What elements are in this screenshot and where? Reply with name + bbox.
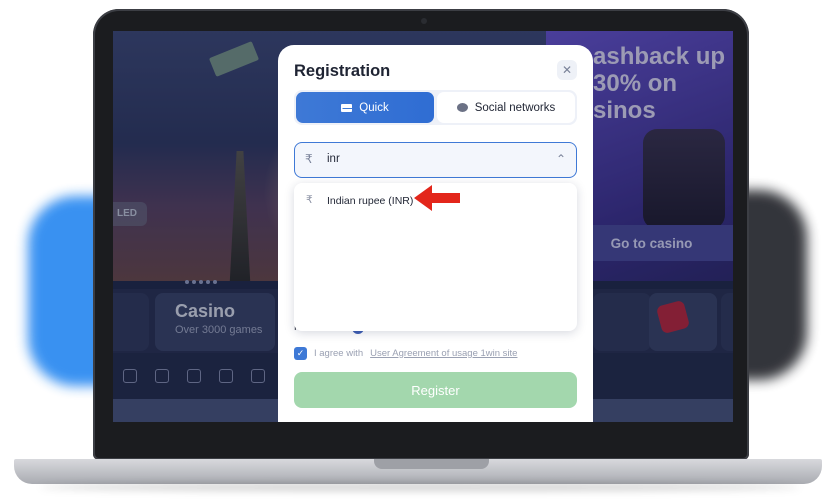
chat-bubble-icon — [456, 103, 468, 112]
rupee-icon: ₹ — [306, 194, 313, 206]
chevron-up-icon[interactable]: ⌃ — [556, 152, 566, 166]
laptop-notch — [374, 459, 489, 469]
rupee-icon: ₹ — [305, 152, 313, 166]
tab-quick-label: Quick — [359, 101, 389, 114]
user-agreement-link[interactable]: User Agreement of usage 1win site — [370, 348, 517, 359]
registration-modal: Registration ✕ Quick Social networks ₹ i… — [278, 45, 593, 422]
register-button[interactable]: Register — [294, 372, 577, 408]
laptop-camera — [421, 18, 427, 24]
annotation-arrow-icon — [414, 185, 460, 211]
laptop-shadow — [40, 483, 800, 491]
currency-search-input[interactable]: ₹ inr ⌃ — [294, 142, 577, 178]
registration-tabs: Quick Social networks — [294, 90, 577, 125]
close-button[interactable]: ✕ — [557, 60, 577, 80]
tab-social-label: Social networks — [474, 101, 556, 114]
agreement-text: I agree with — [314, 347, 364, 359]
laptop-base — [14, 459, 822, 484]
close-icon: ✕ — [561, 63, 573, 77]
agreement-row: ✓ I agree with User Agreement of usage 1… — [294, 346, 517, 360]
currency-input-value[interactable]: inr — [327, 153, 340, 165]
product-mockup: LED ashback up 30% on sinos Go to casino… — [0, 0, 835, 500]
currency-option-label: Indian rupee (INR) — [327, 195, 414, 207]
agreement-checkbox[interactable]: ✓ — [294, 346, 307, 360]
tab-quick[interactable]: Quick — [296, 92, 434, 123]
tab-social-networks[interactable]: Social networks — [437, 92, 575, 123]
envelope-icon — [341, 103, 354, 112]
modal-title: Registration — [294, 62, 391, 80]
